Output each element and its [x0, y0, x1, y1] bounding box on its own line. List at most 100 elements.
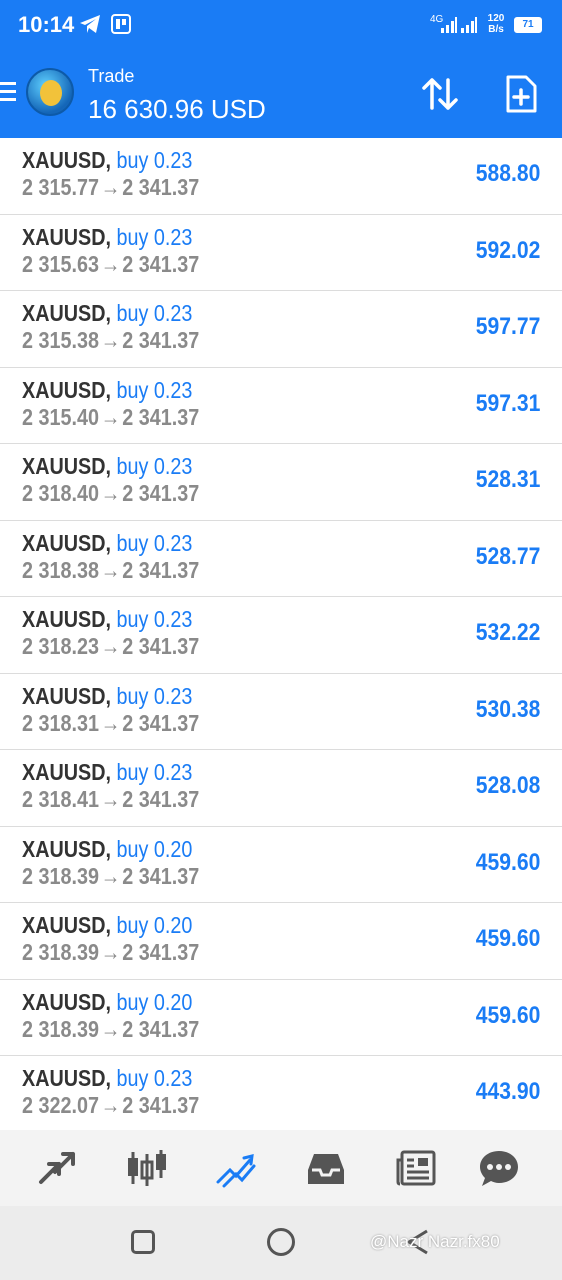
position-row[interactable]: XAUUSD, buy 0.23 2 318.40→2 341.37 528.31 — [0, 444, 562, 521]
position-side: buy 0.23 — [116, 376, 193, 403]
current-price: 2 341.37 — [122, 403, 200, 430]
position-side: buy 0.23 — [116, 453, 193, 479]
position-symbol: XAUUSD, buy 0.20 — [22, 912, 192, 939]
position-row[interactable]: XAUUSD, buy 0.23 2 315.77→2 341.37 588.80 — [0, 138, 562, 215]
position-profit: 528.08 — [475, 772, 540, 799]
current-price: 2 341.37 — [122, 786, 200, 812]
signal-icon — [441, 17, 457, 33]
position-profit: 592.02 — [475, 236, 540, 264]
position-row[interactable]: XAUUSD, buy 0.23 2 318.31→2 341.37 530.38 — [0, 674, 562, 750]
position-prices: 2 318.39→2 341.37 — [22, 863, 199, 890]
current-price: 2 341.37 — [122, 1092, 200, 1118]
current-price: 2 341.37 — [122, 250, 200, 277]
bottom-nav — [0, 1130, 562, 1206]
sort-icon[interactable] — [420, 76, 460, 112]
status-time: 10:14 — [18, 12, 75, 37]
open-price: 2 322.07 — [22, 1092, 99, 1118]
current-price: 2 341.37 — [122, 480, 200, 506]
symbol-name: XAUUSD, — [22, 147, 112, 173]
position-prices: 2 318.39→2 341.37 — [22, 1016, 199, 1043]
position-row[interactable]: XAUUSD, buy 0.23 2 318.41→2 341.37 528.08 — [0, 750, 562, 827]
open-price: 2 318.39 — [22, 1015, 99, 1042]
current-price: 2 341.37 — [122, 939, 200, 965]
system-nav-bar: @Nazr Nazr.fx80 — [0, 1206, 562, 1280]
open-price: 2 318.40 — [22, 480, 99, 506]
position-prices: 2 318.41→2 341.37 — [22, 786, 199, 813]
position-row[interactable]: XAUUSD, buy 0.23 2 315.38→2 341.37 597.77 — [0, 291, 562, 368]
position-side: buy 0.23 — [116, 300, 193, 326]
open-price: 2 315.40 — [22, 403, 99, 430]
open-price: 2 315.63 — [22, 250, 99, 277]
position-prices: 2 318.39→2 341.37 — [22, 939, 199, 966]
position-symbol: XAUUSD, buy 0.20 — [22, 836, 192, 863]
arrow-icon: → — [100, 633, 121, 659]
chat-bubble-icon[interactable] — [477, 1148, 521, 1188]
current-price: 2 341.37 — [122, 709, 200, 736]
position-profit: 597.77 — [475, 313, 540, 340]
arrow-icon: → — [100, 250, 121, 277]
position-prices: 2 318.38→2 341.37 — [22, 557, 199, 584]
position-row[interactable]: XAUUSD, buy 0.23 2 318.23→2 341.37 532.22 — [0, 597, 562, 674]
position-profit: 528.31 — [475, 466, 540, 493]
position-row[interactable]: XAUUSD, buy 0.23 2 315.63→2 341.37 592.02 — [0, 215, 562, 291]
position-prices: 2 318.31→2 341.37 — [22, 710, 199, 737]
battery-icon: 71 — [514, 17, 542, 33]
newspaper-icon[interactable] — [394, 1148, 438, 1188]
position-symbol: XAUUSD, buy 0.23 — [22, 377, 192, 404]
quotes-arrows-icon[interactable] — [35, 1148, 79, 1188]
symbol-name: XAUUSD, — [22, 759, 112, 785]
signal-icon-2 — [461, 17, 477, 33]
arrow-icon: → — [100, 786, 121, 812]
symbol-name: XAUUSD, — [22, 912, 112, 938]
position-profit: 530.38 — [475, 695, 540, 723]
arrow-icon: → — [100, 1092, 121, 1118]
open-price: 2 318.41 — [22, 786, 99, 812]
arrow-icon: → — [100, 939, 121, 965]
position-profit: 528.77 — [475, 542, 540, 570]
recent-apps-button[interactable] — [131, 1230, 155, 1254]
position-symbol: XAUUSD, buy 0.20 — [22, 989, 192, 1016]
symbol-name: XAUUSD, — [22, 223, 112, 250]
position-profit: 588.80 — [475, 160, 540, 187]
inbox-tray-icon[interactable] — [304, 1148, 348, 1188]
positions-list[interactable]: XAUUSD, buy 0.23 2 315.77→2 341.37 588.80 X… — [0, 138, 562, 1130]
position-symbol: XAUUSD, buy 0.23 — [22, 606, 192, 633]
menu-icon[interactable] — [0, 82, 16, 104]
new-order-icon[interactable] — [504, 74, 538, 114]
home-button[interactable] — [267, 1228, 295, 1256]
position-side: buy 0.20 — [116, 835, 193, 862]
position-row[interactable]: XAUUSD, buy 0.23 2 315.40→2 341.37 597.31 — [0, 368, 562, 444]
position-side: buy 0.20 — [116, 912, 193, 938]
position-prices: 2 315.38→2 341.37 — [22, 327, 199, 354]
position-side: buy 0.23 — [116, 1065, 193, 1091]
position-side: buy 0.23 — [116, 223, 193, 250]
current-price: 2 341.37 — [122, 1015, 200, 1042]
metatrader-logo — [26, 68, 74, 116]
position-row[interactable]: XAUUSD, buy 0.23 2 322.07→2 341.37 443.90 — [0, 1056, 562, 1130]
position-prices: 2 322.07→2 341.37 — [22, 1092, 199, 1119]
current-price: 2 341.37 — [122, 174, 200, 200]
position-row[interactable]: XAUUSD, buy 0.23 2 318.38→2 341.37 528.77 — [0, 521, 562, 597]
account-balance: 16 630.96 USD — [88, 94, 266, 124]
current-price: 2 341.37 — [122, 327, 200, 353]
candlestick-icon[interactable] — [125, 1148, 169, 1188]
open-price: 2 318.31 — [22, 709, 99, 736]
position-row[interactable]: XAUUSD, buy 0.20 2 318.39→2 341.37 459.60 — [0, 980, 562, 1056]
arrow-icon: → — [100, 556, 121, 583]
symbol-name: XAUUSD, — [22, 453, 112, 479]
position-row[interactable]: XAUUSD, buy 0.20 2 318.39→2 341.37 459.60 — [0, 827, 562, 903]
symbol-name: XAUUSD, — [22, 1065, 112, 1091]
telegram-icon — [80, 15, 100, 33]
trade-trend-icon[interactable] — [214, 1148, 258, 1188]
open-price: 2 318.23 — [22, 633, 99, 659]
symbol-name: XAUUSD, — [22, 376, 112, 403]
app-bar: Trade 16 630.96 USD — [0, 50, 562, 138]
position-row[interactable]: XAUUSD, buy 0.20 2 318.39→2 341.37 459.60 — [0, 903, 562, 980]
position-symbol: XAUUSD, buy 0.23 — [22, 300, 192, 327]
speed-value: 120 — [487, 13, 505, 24]
position-side: buy 0.23 — [116, 606, 193, 632]
position-prices: 2 318.40→2 341.37 — [22, 480, 199, 507]
top-header: 10:14 4G 120 B/s 71 Trade 16 630.96 USD — [0, 0, 562, 138]
position-symbol: XAUUSD, buy 0.23 — [22, 224, 192, 251]
speed-unit: B/s — [488, 24, 504, 35]
